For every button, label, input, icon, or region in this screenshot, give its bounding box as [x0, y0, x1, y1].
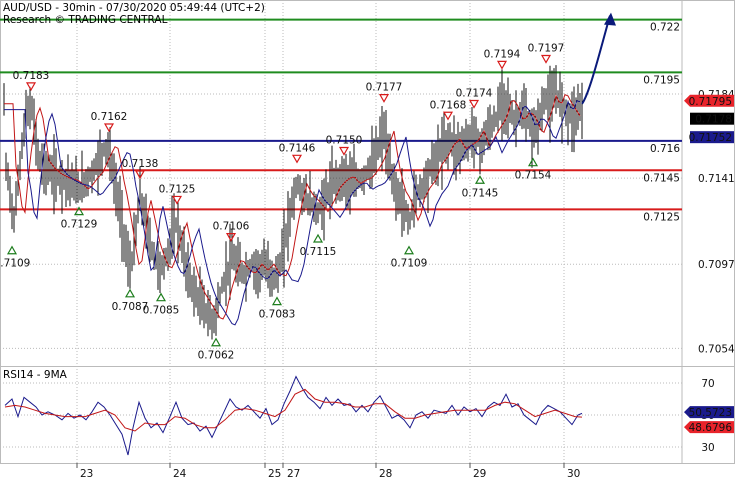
rsi-value-label: 48.6796: [689, 422, 733, 434]
high-label: 0.7183: [13, 70, 50, 82]
high-label: 0.7177: [366, 82, 403, 94]
low-label: 0.7129: [61, 219, 98, 231]
time-tick-label: 25: [268, 468, 281, 480]
time-tick-label: 28: [379, 468, 392, 480]
high-label: 0.7194: [484, 48, 521, 60]
low-label: 0.7109: [391, 258, 428, 270]
high-label: 0.7125: [159, 183, 196, 195]
price-tick-label: 0.7141: [698, 173, 735, 185]
price-tag-label: 0.71795: [689, 96, 732, 108]
high-label: 0.7150: [326, 134, 363, 146]
price-tag: 0.7178: [690, 112, 734, 126]
level-label: 0.716: [650, 143, 680, 155]
chart-subtitle: Research © TRADING CENTRAL: [3, 14, 168, 26]
price-tag-label: 0.71752: [689, 132, 732, 144]
level-label: 0.7125: [643, 211, 680, 223]
level-label: 0.722: [650, 22, 680, 34]
low-label: 0.7109: [0, 258, 30, 270]
low-label: 0.7062: [198, 350, 235, 362]
time-tick-label: 27: [287, 468, 300, 480]
price-tag-label: 0.7178: [695, 114, 732, 126]
time-tick-label: 30: [567, 468, 580, 480]
high-label: 0.7197: [528, 43, 565, 55]
price-tick-label: 0.7054: [698, 343, 735, 355]
high-label: 0.7162: [91, 111, 128, 123]
low-label: 0.7154: [515, 170, 552, 182]
price-tick-label: 0.7097: [698, 259, 735, 271]
price-tag: 0.71752: [689, 131, 734, 144]
level-label: 0.7145: [643, 172, 680, 184]
time-tick-label: 23: [80, 468, 93, 480]
time-tick-label: 24: [173, 468, 187, 480]
high-label: 0.7138: [122, 158, 159, 170]
low-label: 0.7145: [462, 187, 499, 199]
high-label: 0.7168: [430, 99, 467, 111]
rsi-tick-label: 30: [701, 442, 714, 454]
time-tick-label: 29: [473, 468, 486, 480]
rsi-tick-label: 70: [701, 378, 714, 390]
level-label: 0.7195: [643, 74, 680, 86]
low-label: 0.7085: [143, 305, 180, 317]
price-chart: 0.722 0.7195 0.716 0.7145 0.7125 0.7109 0.718…: [0, 0, 735, 480]
low-label: 0.7115: [300, 246, 337, 258]
rsi-value-label: 50.5723: [689, 407, 732, 419]
rsi-label: RSI14 - 9MA: [3, 369, 68, 381]
high-label: 0.7146: [279, 142, 316, 154]
high-label: 0.7106: [213, 221, 250, 233]
price-tag: 0.71795: [684, 94, 734, 108]
chart-title: AUD/USD - 30min - 07/30/2020 05:49:44 (U…: [3, 2, 265, 14]
low-label: 0.7083: [259, 309, 296, 321]
high-label: 0.7174: [456, 88, 493, 100]
